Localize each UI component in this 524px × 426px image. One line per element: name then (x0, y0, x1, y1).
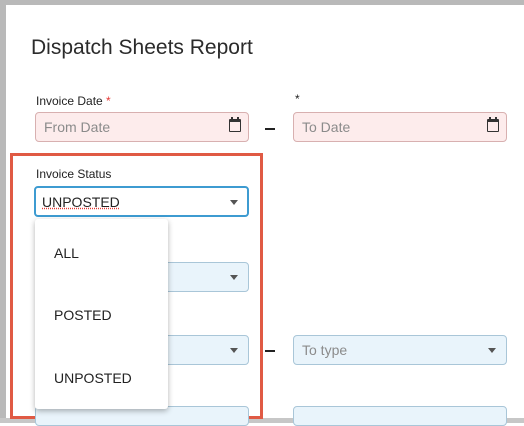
range-dash (265, 128, 275, 130)
invoice-status-label: Invoice Status (36, 167, 112, 181)
invoice-status-value: UNPOSTED (42, 194, 120, 210)
invoice-status-dropdown: ALL POSTED UNPOSTED (35, 219, 168, 409)
chevron-down-icon[interactable] (230, 348, 238, 353)
window-frame-left (0, 0, 6, 423)
page-title: Dispatch Sheets Report (31, 36, 253, 59)
calendar-icon[interactable] (487, 117, 499, 132)
calendar-icon[interactable] (229, 117, 241, 132)
dropdown-option-all[interactable]: ALL (54, 245, 79, 261)
dropdown-option-posted[interactable]: POSTED (54, 307, 112, 323)
chevron-down-icon[interactable] (230, 200, 238, 205)
invoice-date-label-text: Invoice Date (36, 94, 103, 108)
window-frame-top (0, 0, 524, 5)
to-date-required-mark: * (295, 92, 300, 106)
from-date-placeholder: From Date (44, 119, 111, 135)
from-date-field[interactable]: From Date (35, 112, 249, 142)
invoice-date-label: Invoice Date * (36, 94, 111, 108)
field-partial-right[interactable] (293, 406, 507, 426)
to-type-placeholder: To type (302, 342, 348, 358)
field-partial-left[interactable] (35, 406, 249, 426)
dropdown-option-unposted[interactable]: UNPOSTED (54, 370, 132, 386)
to-type-select[interactable]: To type (293, 335, 507, 365)
chevron-down-icon[interactable] (488, 348, 496, 353)
chevron-down-icon[interactable] (230, 275, 238, 280)
to-date-placeholder: To Date (302, 119, 351, 135)
invoice-status-select[interactable]: UNPOSTED (34, 186, 249, 217)
to-date-field[interactable]: To Date (293, 112, 507, 142)
range-dash (265, 350, 275, 352)
required-mark: * (106, 94, 111, 108)
